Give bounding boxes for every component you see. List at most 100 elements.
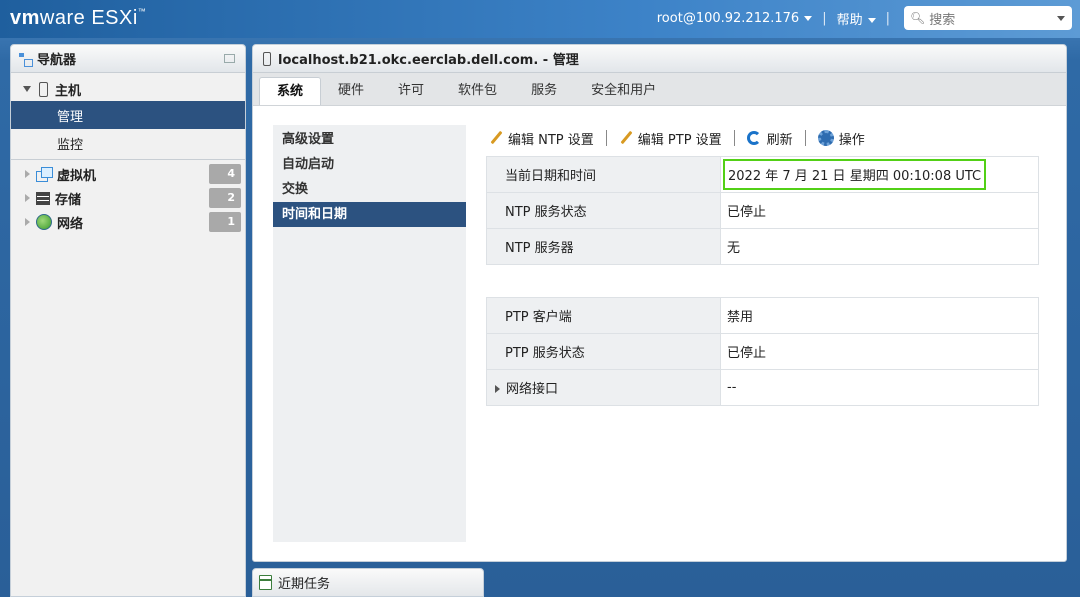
table-row: NTP 服务状态 已停止 (486, 192, 1039, 229)
expand-icon[interactable] (25, 170, 30, 178)
help-menu[interactable]: 帮助 (837, 9, 876, 28)
vm-icon (36, 167, 53, 182)
table-value: -- (720, 369, 1039, 406)
storage-icon (36, 191, 50, 205)
separator: | (822, 10, 827, 26)
minimize-icon[interactable] (224, 54, 235, 63)
separator: | (885, 10, 890, 26)
side-item-swap[interactable]: 交换 (273, 177, 466, 202)
tab-packages[interactable]: 软件包 (441, 77, 514, 105)
refresh-label: 刷新 (766, 132, 793, 148)
logo-esxi: ESXi (91, 7, 138, 29)
expand-icon[interactable] (25, 218, 30, 226)
navigator-icon (17, 51, 33, 67)
nav-item-label: 监控 (57, 137, 84, 153)
table-value: 禁用 (720, 297, 1039, 334)
refresh-icon (746, 131, 761, 145)
tab-system[interactable]: 系统 (259, 77, 322, 105)
ptp-table: PTP 客户端 禁用 PTP 服务状态 已停止 网络接口 -- (486, 297, 1039, 406)
page-title: localhost.b21.okc.eerclab.dell.com. - 管理 (278, 53, 579, 68)
chevron-down-icon (867, 17, 876, 23)
expand-icon[interactable] (23, 86, 31, 92)
nav-item-storage[interactable]: 存储 2 (11, 186, 245, 210)
tab-security-users[interactable]: 安全和用户 (574, 77, 673, 105)
tab-hardware[interactable]: 硬件 (321, 77, 381, 105)
host-icon (39, 81, 48, 97)
edit-ntp-button[interactable]: 编辑 NTP 设置 (489, 129, 594, 148)
navigator-title: 导航器 (37, 53, 77, 68)
divider (804, 130, 806, 146)
table-key: PTP 服务状态 (486, 333, 721, 370)
table-value: 无 (720, 228, 1039, 265)
ntp-table: 当前日期和时间 2022 年 7 月 21 日 星期四 00:10:08 UTC… (486, 156, 1039, 265)
table-key: NTP 服务状态 (486, 192, 721, 229)
side-item-time-date[interactable]: 时间和日期 (273, 202, 466, 227)
count-badge: 4 (209, 164, 241, 184)
count-badge: 1 (209, 212, 241, 232)
edit-ptp-button[interactable]: 编辑 PTP 设置 (619, 129, 722, 148)
navigator-panel: 导航器 主机 管理 监控 虚拟机 4 存储 2 网络 1 (10, 44, 246, 597)
nav-item-network[interactable]: 网络 1 (11, 210, 245, 234)
nav-host[interactable]: 主机 (11, 77, 245, 101)
logo-vm: vm (10, 7, 40, 29)
chevron-down-icon[interactable] (1057, 16, 1065, 21)
table-value: 已停止 (720, 333, 1039, 370)
expand-icon[interactable] (25, 194, 30, 202)
expand-icon[interactable] (495, 385, 500, 393)
gear-icon (817, 130, 834, 146)
logo-ware: ware (39, 7, 86, 29)
network-icon (36, 214, 52, 230)
table-row: 当前日期和时间 2022 年 7 月 21 日 星期四 00:10:08 UTC (486, 156, 1039, 193)
table-value: 2022 年 7 月 21 日 星期四 00:10:08 UTC (720, 156, 1039, 193)
recent-tasks-label: 近期任务 (278, 577, 331, 592)
table-row: PTP 客户端 禁用 (486, 297, 1039, 334)
actions-button[interactable]: 操作 (817, 129, 865, 148)
tab-services[interactable]: 服务 (514, 77, 574, 105)
current-datetime-value: 2022 年 7 月 21 日 星期四 00:10:08 UTC (723, 159, 987, 190)
nav-item-monitor[interactable]: 监控 (11, 129, 245, 157)
table-key: NTP 服务器 (486, 228, 721, 265)
table-row[interactable]: 网络接口 -- (486, 369, 1039, 406)
pencil-icon (619, 131, 633, 145)
search-input[interactable]: 🔍︎ 搜索 (904, 6, 1072, 30)
recent-tasks-panel[interactable]: 近期任务 (252, 568, 484, 597)
main-panel: localhost.b21.okc.eerclab.dell.com. - 管理… (252, 44, 1067, 562)
nav-host-label: 主机 (55, 83, 82, 99)
table-key[interactable]: 网络接口 (486, 369, 721, 406)
edit-ntp-label: 编辑 NTP 设置 (508, 132, 594, 148)
chevron-down-icon (804, 15, 813, 21)
nav-item-label: 管理 (57, 109, 84, 125)
user-menu[interactable]: root@100.92.212.176 (656, 10, 813, 26)
table-key: 当前日期和时间 (486, 156, 721, 193)
search-placeholder: 搜索 (929, 12, 956, 28)
tab-licensing[interactable]: 许可 (381, 77, 441, 105)
table-row: NTP 服务器 无 (486, 228, 1039, 265)
network-interface-label: 网络接口 (506, 382, 559, 397)
navigator-header: 导航器 (11, 45, 245, 73)
top-bar: vmware ESXi™ root@100.92.212.176 | 帮助 | … (0, 0, 1080, 38)
table-value: 已停止 (720, 192, 1039, 229)
logo-tm: ™ (137, 7, 147, 16)
toolbar: 编辑 NTP 设置 编辑 PTP 设置 刷新 操作 (489, 127, 865, 149)
divider (733, 130, 735, 146)
side-item-advanced[interactable]: 高级设置 (273, 127, 466, 152)
pencil-icon (489, 131, 503, 145)
divider (605, 130, 607, 146)
divider (11, 159, 245, 160)
tab-bar: 系统 硬件 许可 软件包 服务 安全和用户 (253, 73, 1066, 106)
nav-group-label: 网络 (57, 216, 84, 232)
nav-group-label: 虚拟机 (57, 168, 97, 184)
search-icon: 🔍︎ (910, 11, 926, 25)
refresh-button[interactable]: 刷新 (746, 129, 793, 148)
table-key: PTP 客户端 (486, 297, 721, 334)
nav-group-label: 存储 (55, 192, 82, 208)
help-label: 帮助 (836, 12, 863, 28)
edit-ptp-label: 编辑 PTP 设置 (637, 132, 722, 148)
nav-item-manage[interactable]: 管理 (11, 101, 245, 129)
side-item-autostart[interactable]: 自动启动 (273, 152, 466, 177)
vmware-esxi-logo: vmware ESXi™ (10, 7, 146, 30)
actions-label: 操作 (838, 132, 865, 148)
host-icon (263, 51, 271, 66)
nav-item-vms[interactable]: 虚拟机 4 (11, 162, 245, 186)
user-label: root@100.92.212.176 (656, 10, 800, 26)
